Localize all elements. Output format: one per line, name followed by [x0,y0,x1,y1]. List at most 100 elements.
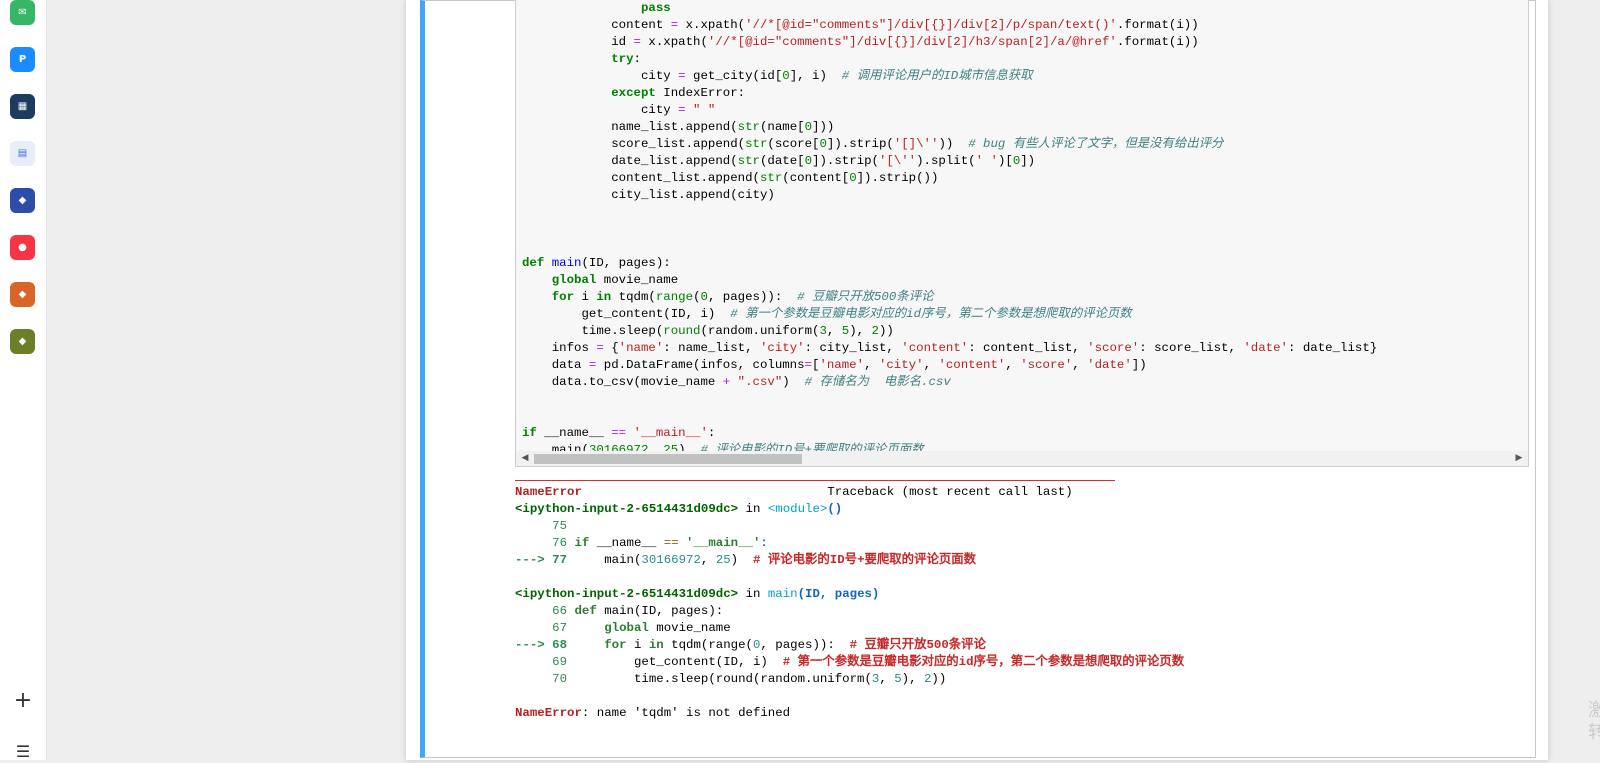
code-token: city_list.append(city) [522,188,775,202]
plus-icon[interactable]: + [12,690,34,712]
code-token: __name__ [589,536,664,550]
code-token: str [737,154,760,168]
code-token: time.sleep(round(random.uniform( [567,672,872,686]
app-dock: ✉ P ▦ ▤ ◆ ● ◆ ◆ + ☰ [0,0,47,761]
code-token: def [574,604,597,618]
code-token: ]).strip()) [856,171,939,185]
code-token: '//*[@id="comments"]/div[{}]/div[2]/h3/s… [707,35,1117,49]
code-token: ]).strip( [812,154,879,168]
horizontal-scrollbar[interactable]: ◀ ▶ [516,451,1528,466]
code-token: in [738,587,768,601]
code-token: ".csv" [737,375,783,389]
code-token: i [626,638,649,652]
code-token: = [633,35,641,49]
code-token: == [663,536,679,550]
code-token: , [864,358,879,372]
code-line: for i in tqdm(range(0, pages)): # 豆瓣只开放5… [522,289,1377,306]
code-token: 2 [871,324,879,338]
document-app-icon[interactable]: ▤ [10,141,35,166]
code-line: content = x.xpath('//*[@id="comments"]/d… [522,17,1377,34]
code-token: { [603,341,619,355]
news-app-icon[interactable]: ▦ [10,94,35,119]
traceback-line: 67 global movie_name [515,620,1184,637]
code-line: get_content(ID, i) # 第一个参数是豆瓣电影对应的id序号，第… [522,306,1377,323]
traceback-line: NameError Traceback (most recent call la… [515,484,1184,501]
code-token: '[\'' [878,154,917,168]
code-line: content_list.append(str(content[0]).stri… [522,170,1377,187]
code-line: data.to_csv(movie_name + ".csv") # 存储名为 … [522,374,1377,391]
scrollbar-thumb[interactable] [534,454,802,464]
code-token: 0 [804,120,813,134]
code-token: time.sleep( [522,324,664,338]
code-token: ( [693,290,701,304]
code-token: 0 [819,137,827,151]
red-app-icon[interactable]: ● [10,235,35,260]
code-token: : [760,536,768,550]
code-line: city = " " [522,102,1377,119]
game-app-icon-2[interactable]: ◆ [10,282,35,307]
traceback-line: <ipython-input-2-6514431d09dc> in <modul… [515,501,1184,518]
code-token: id [522,35,634,49]
code-cell[interactable]: pass content = x.xpath('//*[@id="comment… [420,0,1536,758]
code-token: if [574,536,590,550]
code-token: ], i) [789,69,842,83]
scroll-left-icon[interactable]: ◀ [518,451,532,466]
code-token: date_list.append( [522,154,738,168]
code-line: score_list.append(str(score[0]).strip('[… [522,136,1377,153]
code-token: 0 [804,154,813,168]
code-token: # 调用评论用户的ID城市信息获取 [841,69,1033,83]
code-token: , [1072,358,1088,372]
mail-icon[interactable]: ✉ [10,0,35,25]
traceback-line: 76 if __name__ == '__main__': [515,535,1184,552]
code-editor[interactable]: pass content = x.xpath('//*[@id="comment… [522,0,1377,459]
code-token: , [1005,358,1021,372]
code-token: 30166972 [641,553,701,567]
code-token: ])) [812,120,835,134]
code-token: 'name' [819,358,865,372]
code-token: 0 [700,290,708,304]
code-token: : city_list, [804,341,902,355]
code-token: 69 [515,655,568,669]
code-token: () [827,502,843,516]
code-line: date_list.append(str(date[0]).strip('[\'… [522,153,1377,170]
code-token: # 豆瓣只开放500条评论 [849,638,986,652]
code-token: ---> 77 [515,553,568,567]
game-app-icon-1[interactable]: ◆ [10,188,35,213]
code-token: for [551,290,575,304]
code-input-area[interactable]: pass content = x.xpath('//*[@id="comment… [515,0,1529,467]
code-token: , [826,324,842,338]
p-app-icon[interactable]: P [10,47,35,72]
game-app-icon-3[interactable]: ◆ [10,329,35,354]
traceback-line: 66 def main(ID, pages): [515,603,1184,620]
code-token: str [759,171,783,185]
code-token: i [574,290,597,304]
code-token: # 豆瓣只开放500条评论 [797,290,934,304]
code-token: ) [730,553,753,567]
code-token: round [663,324,701,338]
code-token: (random.uniform( [700,324,820,338]
code-token: ]) [1020,154,1036,168]
code-token: )) [878,324,894,338]
code-token: 76 [515,536,568,550]
code-token: main( [567,553,642,567]
code-token: ) [782,375,805,389]
notebook-page: pass content = x.xpath('//*[@id="comment… [406,0,1548,760]
code-token: if [522,426,537,440]
scroll-right-icon[interactable]: ▶ [1512,451,1526,466]
code-token: ]).strip( [826,137,894,151]
code-token: 'score' [1020,358,1073,372]
traceback-line: 69 get_content(ID, i) # 第一个参数是豆瓣电影对应的id序… [515,654,1184,671]
code-line: try: [522,51,1377,68]
code-token: except [611,86,656,100]
code-token: 0 [849,171,857,185]
